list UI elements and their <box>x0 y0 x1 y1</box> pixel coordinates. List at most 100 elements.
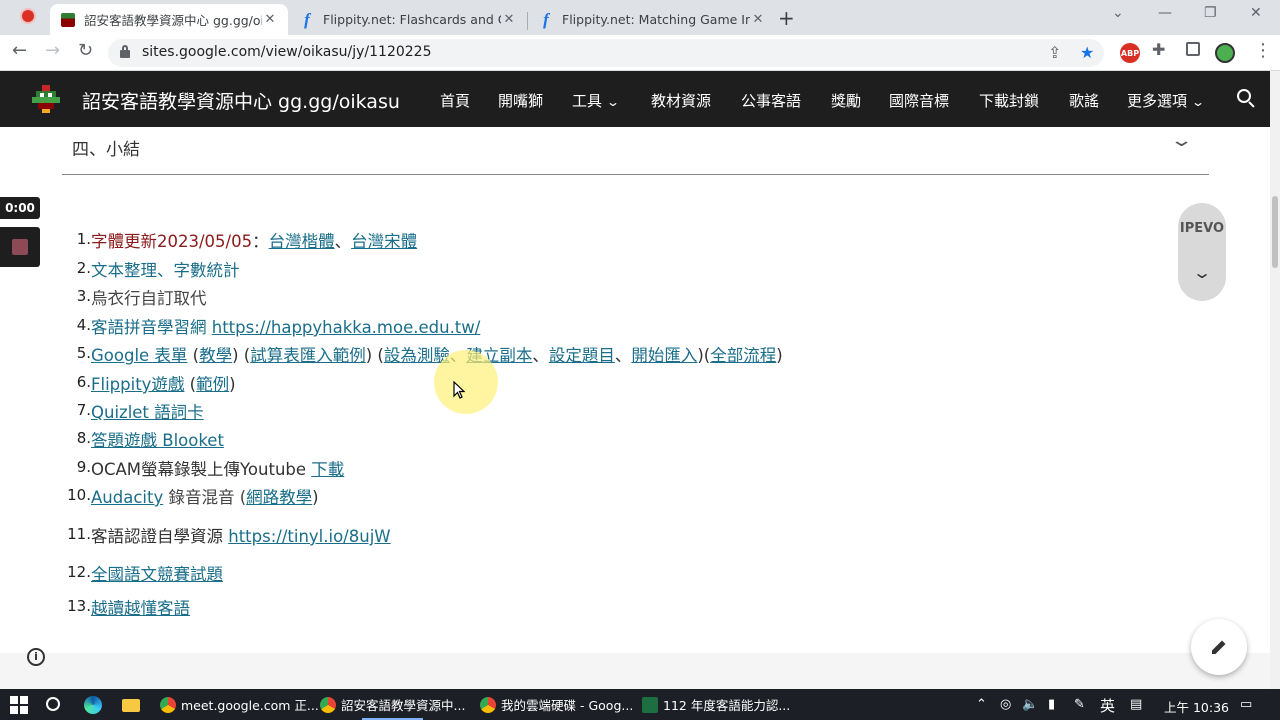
ipevo-widget[interactable]: IPEVO ⌄ <box>1178 203 1226 301</box>
resource-link[interactable]: 網路教學 <box>246 488 312 507</box>
volume-icon[interactable]: 🔈 <box>1022 697 1038 712</box>
site-search-icon[interactable] <box>1237 89 1257 109</box>
window-close-icon[interactable]: ✕ <box>1250 5 1262 21</box>
list-number: 1. <box>76 230 91 248</box>
restore-icon[interactable]: ❐ <box>1204 5 1217 21</box>
adblock-plus-icon[interactable]: ABP <box>1120 43 1140 63</box>
site-title[interactable]: 詔安客語教學資源中心 gg.gg/oikasu <box>82 87 400 114</box>
list-text: 客語拼音學習網 <box>91 318 207 337</box>
close-tab-icon[interactable]: ✕ <box>750 12 766 27</box>
resource-link[interactable]: 越讀越懂客語 <box>91 599 190 618</box>
nav-download-block[interactable]: 下載封鎖 <box>979 90 1039 111</box>
list-item: 11. 客語認證自學資源 https://tinyl.io/8ujW <box>66 523 390 547</box>
resource-link[interactable]: 台灣宋體 <box>351 232 417 251</box>
lock-icon[interactable] <box>120 45 130 58</box>
taskbar-app-excel[interactable]: 112 年度客語能力認... <box>638 689 794 720</box>
tab-flippity-matching[interactable]: f Flippity.net: Matching Game In ✕ <box>528 4 776 35</box>
pen-icon[interactable]: ✎ <box>1074 697 1085 712</box>
forward-arrow-icon[interactable]: → <box>45 40 60 61</box>
resource-link[interactable]: 下載 <box>311 460 344 479</box>
list-number: 12. <box>67 563 91 581</box>
resource-link[interactable]: Audacity <box>91 488 163 507</box>
minimize-icon[interactable]: — <box>1158 5 1172 21</box>
edit-button[interactable] <box>1191 619 1247 675</box>
taskbar-app-oikasu[interactable]: 詔安客語教學資源中... <box>316 689 469 720</box>
resource-link[interactable]: 台灣楷體 <box>269 232 335 251</box>
resource-link[interactable]: 開始匯入 <box>631 346 697 365</box>
nav-songs[interactable]: 歌謠 <box>1069 90 1099 111</box>
tab-search-icon[interactable]: ⌄ <box>1112 5 1124 21</box>
stop-recording-button[interactable] <box>0 227 40 267</box>
list-item: 13. 越讀越懂客語 <box>66 595 190 619</box>
close-tab-icon[interactable]: ✕ <box>501 12 517 27</box>
resource-link[interactable]: 全部流程 <box>710 346 776 365</box>
nav-materials[interactable]: 教材資源 <box>651 90 711 111</box>
resource-link[interactable]: 範例 <box>196 375 229 394</box>
resource-link[interactable]: 設定題目 <box>549 346 615 365</box>
resource-link[interactable]: https://happyhakka.moe.edu.tw/ <box>212 318 481 337</box>
edge-browser-icon[interactable] <box>84 696 102 714</box>
new-tab-icon[interactable]: + <box>778 6 795 30</box>
address-bar[interactable]: sites.google.com/view/oikasu/jy/1120225 … <box>108 39 1104 67</box>
pencil-icon <box>1212 640 1226 654</box>
section-heading[interactable]: 四、小結 <box>72 135 140 160</box>
taskbar-app-meet[interactable]: meet.google.com 正... <box>156 689 323 720</box>
resource-link[interactable]: 試算表匯入範例 <box>250 346 366 365</box>
ime-mode[interactable]: 英 <box>1100 695 1115 716</box>
nav-kaizuishi[interactable]: 開嘴獅 <box>498 90 543 111</box>
nav-home[interactable]: 首頁 <box>440 90 470 111</box>
page-scrollbar[interactable] <box>1270 71 1280 689</box>
file-explorer-icon[interactable] <box>122 699 140 712</box>
nav-ipa[interactable]: 國際音標 <box>889 90 949 111</box>
list-number: 2. <box>76 259 91 277</box>
list-number: 11. <box>67 525 91 543</box>
scroll-thumb[interactable] <box>1272 196 1278 268</box>
site-favicon-icon <box>60 12 76 28</box>
share-icon[interactable]: ⇪ <box>1048 43 1061 62</box>
nav-more[interactable]: 更多選項 ⌄ <box>1127 90 1205 111</box>
nav-tools[interactable]: 工具 ⌄ <box>572 90 621 111</box>
resource-link[interactable]: 全國語文競賽試題 <box>91 565 223 584</box>
nav-rewards[interactable]: 獎勵 <box>831 90 861 111</box>
recording-timer: 0:00 <box>0 197 40 219</box>
info-icon[interactable]: i <box>27 648 45 666</box>
url-text[interactable]: sites.google.com/view/oikasu/jy/1120225 <box>142 44 431 60</box>
taskbar-search-icon[interactable] <box>46 697 60 711</box>
resource-link[interactable]: 教學 <box>199 346 232 365</box>
reload-icon[interactable]: ↻ <box>78 40 93 61</box>
flippity-favicon-icon: f <box>304 9 310 29</box>
chevron-down-icon: ⌄ <box>606 95 621 109</box>
bookmark-star-icon[interactable]: ★ <box>1080 43 1094 62</box>
tab-flippity-flashcards[interactable]: f Flippity.net: Flashcards and Oth ✕ <box>289 4 527 35</box>
chevron-down-icon[interactable]: ⌄ <box>1166 263 1238 282</box>
list-item-text: Google 表單 (教學) (試算表匯入範例) (設為測驗、建立副本、設定題目… <box>91 342 783 366</box>
resource-link[interactable]: Google 表單 <box>91 346 187 365</box>
side-panel-icon[interactable] <box>1186 42 1200 56</box>
microphone-icon[interactable]: ▮ <box>1048 697 1055 712</box>
extensions-puzzle-icon[interactable]: ✚ <box>1152 40 1165 59</box>
site-logo-icon[interactable] <box>30 83 62 115</box>
resource-link[interactable]: Quizlet 語詞卡 <box>91 403 204 422</box>
tray-overflow-icon[interactable]: ⌃ <box>976 697 987 712</box>
taskbar-app-drive[interactable]: 我的雲端硬碟 - Goog... <box>476 689 637 720</box>
system-clock[interactable]: 上午 10:36 <box>1164 697 1229 716</box>
tray-app-icon[interactable]: ◎ <box>1000 697 1011 712</box>
back-arrow-icon[interactable]: ← <box>12 40 27 61</box>
browser-menu-icon[interactable]: ⋮ <box>1254 40 1272 61</box>
notifications-icon[interactable]: ▭ <box>1240 697 1252 712</box>
resource-link[interactable]: Flippity遊戲 <box>91 375 184 394</box>
nav-official-hakka[interactable]: 公事客語 <box>741 90 801 111</box>
list-item: 2. 文本整理、字數統計 <box>66 257 240 281</box>
tab-oikasu[interactable]: 詔安客語教學資源中心 gg.gg/oi ✕ <box>50 4 288 35</box>
resource-link[interactable]: https://tinyl.io/8ujW <box>228 527 390 546</box>
resource-link[interactable]: 答題遊戲 Blooket <box>91 431 224 450</box>
windows-start-icon[interactable] <box>10 696 28 714</box>
ime-settings-icon[interactable]: ▤ <box>1130 697 1142 712</box>
list-item: 9. OCAM螢幕錄製上傳Youtube 下載 <box>66 456 345 480</box>
profile-avatar[interactable] <box>1215 43 1235 63</box>
chevron-down-icon[interactable]: ⌄ <box>1169 130 1193 151</box>
list-text: 文本整理、字數統計 <box>91 261 240 280</box>
list-item-text: 文本整理、字數統計 <box>91 257 240 281</box>
list-text: 字體更新2023/05/05 <box>91 232 253 251</box>
close-tab-icon[interactable]: ✕ <box>262 12 278 27</box>
